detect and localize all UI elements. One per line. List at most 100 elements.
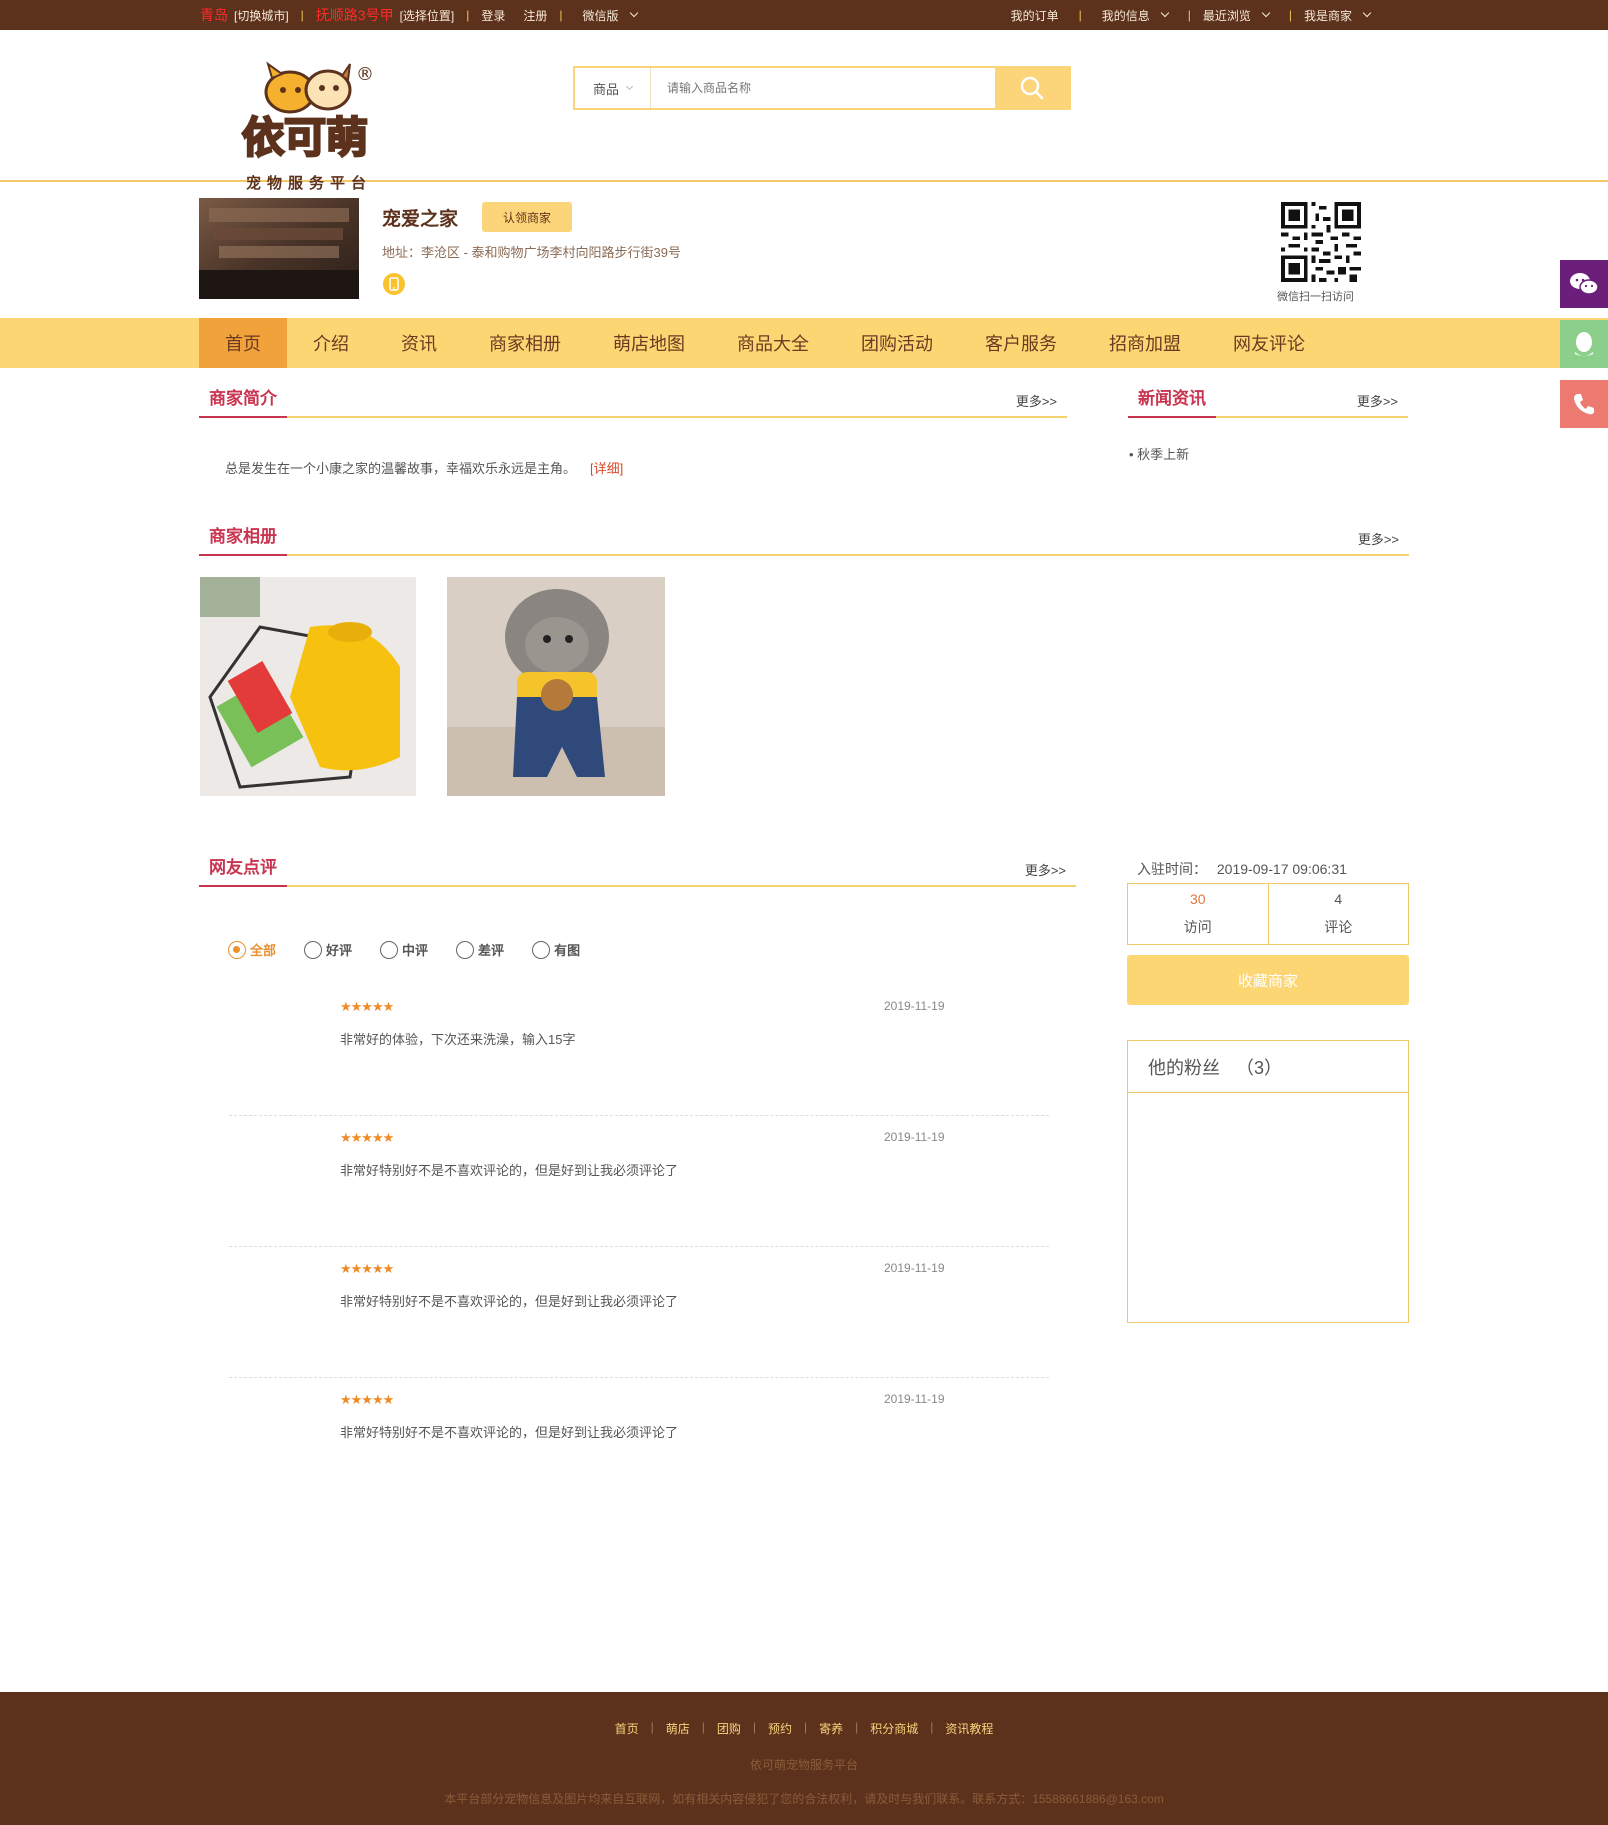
qq-icon	[1575, 332, 1593, 356]
nav-item-service[interactable]: 客户服务	[959, 318, 1083, 368]
footer-disclaimer: 本平台部分宠物信息及图片均来自互联网，如有相关内容侵犯了您的合法权利，请及时与我…	[444, 1792, 1164, 1806]
rating-stars: ★★★★★	[340, 1130, 394, 1145]
radio-icon	[456, 940, 475, 959]
nav-item-album[interactable]: 商家相册	[463, 318, 587, 368]
switch-city-link[interactable]: [切换城市]	[234, 7, 289, 24]
footer-links: 首页 | 萌店 | 团购 | 预约 | 寄养 | 积分商城 | 资讯教程	[0, 1720, 1608, 1737]
divider: |	[701, 1720, 705, 1734]
filter-with-image[interactable]: 有图	[532, 940, 580, 959]
more-link[interactable]: 更多>>	[1025, 860, 1066, 879]
album-photo[interactable]	[200, 577, 416, 796]
rating-stars: ★★★★★	[340, 1261, 394, 1276]
nav-item-group-buy[interactable]: 团购活动	[835, 318, 959, 368]
section-title: 网友点评	[199, 845, 287, 887]
rating-stars: ★★★★★	[340, 1392, 394, 1407]
fans-panel: 他的粉丝 （3）	[1127, 1040, 1409, 1323]
shop-address: 地址：李沧区 - 泰和购物广场李村向阳路步行街39号	[382, 245, 682, 260]
current-city[interactable]: 青岛	[200, 5, 228, 25]
comments-stat: 4 评论	[1267, 884, 1409, 944]
footer-link-group-buy[interactable]: 团购	[717, 1720, 741, 1737]
choose-location-link[interactable]: [选择位置]	[400, 7, 455, 24]
section-title: 商家相册	[199, 514, 287, 556]
chevron-down-icon	[1362, 8, 1372, 18]
section-title: 商家简介	[199, 376, 287, 418]
recent-menu[interactable]: 最近浏览	[1203, 7, 1251, 24]
qq-float-button[interactable]	[1560, 320, 1608, 368]
top-bar-right: 我的订单 | 我的信息 | 最近浏览 | 我是商家	[1011, 0, 1378, 30]
search-category-select[interactable]: 商品	[575, 68, 651, 108]
phone-float-button[interactable]	[1560, 380, 1608, 428]
nav-item-home[interactable]: 首页	[199, 318, 287, 368]
logo-subtitle: 宠物服务平台	[246, 174, 372, 192]
top-bar: 青岛 [切换城市] | 抚顺路3号甲 [选择位置] | 登录 注册 | 微信版 …	[0, 0, 1608, 30]
search-bar: 商品	[573, 66, 1071, 110]
footer-link-booking[interactable]: 预约	[768, 1720, 792, 1737]
reviews-section-header: 网友点评 更多>>	[199, 845, 1076, 887]
claim-merchant-button[interactable]: 认领商家	[482, 202, 572, 232]
join-time-label: 入驻时间：	[1137, 861, 1207, 877]
fans-count: （3）	[1236, 1057, 1283, 1078]
album-photo[interactable]	[447, 577, 665, 796]
top-bar-left: 青岛 [切换城市] | 抚顺路3号甲 [选择位置] | 登录 注册 | 微信版	[200, 0, 645, 30]
wechat-float-button[interactable]	[1560, 260, 1608, 308]
filter-neutral[interactable]: 中评	[380, 940, 428, 959]
filter-positive[interactable]: 好评	[304, 940, 352, 959]
nav-item-franchise[interactable]: 招商加盟	[1083, 318, 1207, 368]
site-footer: 首页 | 萌店 | 团购 | 预约 | 寄养 | 积分商城 | 资讯教程 依可萌宠物服务平台…	[0, 1692, 1608, 1825]
divider: |	[1288, 8, 1292, 22]
current-location[interactable]: 抚顺路3号甲	[316, 5, 394, 25]
fans-header: 他的粉丝 （3）	[1128, 1041, 1408, 1093]
more-link[interactable]: 更多>>	[1357, 391, 1398, 410]
footer-link-boarding[interactable]: 寄养	[819, 1720, 843, 1737]
footer-link-home[interactable]: 首页	[615, 1720, 639, 1737]
favorite-merchant-button[interactable]: 收藏商家	[1127, 955, 1409, 1005]
more-link[interactable]: 更多>>	[1358, 529, 1399, 548]
review-item: ★★★★★ 2019-11-19 非常好特别好不是不喜欢评论的，但是好到让我必须…	[229, 1378, 1049, 1509]
nav-item-products[interactable]: 商品大全	[711, 318, 835, 368]
join-time: 入驻时间： 2019-09-17 09:06:31	[1137, 859, 1347, 879]
divider: |	[752, 1720, 756, 1734]
more-link[interactable]: 更多>>	[1016, 391, 1057, 410]
radio-icon	[304, 940, 323, 959]
detail-link[interactable]: [详细]	[590, 461, 623, 476]
wechat-icon	[1570, 273, 1599, 295]
search-icon	[1020, 76, 1044, 100]
intro-text: 总是发生在一个小康之家的温馨故事，幸福欢乐永远是主角。 [详细]	[225, 458, 623, 477]
logo-title: 依可萌	[242, 113, 368, 162]
footer-platform-name: 依可萌宠物服务平台	[749, 1758, 858, 1772]
footer-link-tutorials[interactable]: 资讯教程	[945, 1720, 993, 1737]
search-button[interactable]	[995, 68, 1069, 108]
section-title: 新闻资讯	[1128, 376, 1216, 418]
radio-icon	[532, 940, 551, 959]
divider: |	[804, 1720, 808, 1734]
radio-icon	[380, 940, 399, 959]
footer-link-points-mall[interactable]: 积分商城	[870, 1720, 918, 1737]
chevron-down-icon	[1261, 8, 1271, 18]
merchant-menu[interactable]: 我是商家	[1304, 7, 1352, 24]
my-orders-link[interactable]: 我的订单	[1011, 7, 1059, 24]
wechat-version-link[interactable]: 微信版	[583, 7, 619, 24]
intro-section-header: 商家简介 更多>>	[199, 376, 1067, 418]
mobile-icon[interactable]	[383, 273, 405, 295]
intro-body: 总是发生在一个小康之家的温馨故事，幸福欢乐永远是主角。	[225, 461, 577, 476]
site-header: ® 依可萌 宠物服务平台 商品	[0, 30, 1608, 192]
visits-label: 访问	[1183, 919, 1212, 935]
search-input[interactable]	[651, 68, 995, 108]
nav-item-intro[interactable]: 介绍	[287, 318, 375, 368]
search-category-label: 商品	[592, 81, 619, 97]
register-link[interactable]: 注册	[523, 7, 547, 24]
review-item: ★★★★★ 2019-11-19 非常好特别好不是不喜欢评论的，但是好到让我必须…	[229, 1247, 1049, 1378]
my-info-menu[interactable]: 我的信息	[1102, 7, 1150, 24]
divider: |	[1187, 8, 1191, 22]
divider: |	[650, 1720, 654, 1734]
footer-link-shops[interactable]: 萌店	[666, 1720, 690, 1737]
nav-item-map[interactable]: 萌店地图	[587, 318, 711, 368]
site-logo[interactable]: ® 依可萌 宠物服务平台	[238, 60, 388, 200]
filter-negative[interactable]: 差评	[456, 940, 504, 959]
filter-all[interactable]: 全部	[228, 940, 276, 959]
nav-item-news[interactable]: 资讯	[375, 318, 463, 368]
shop-thumbnail[interactable]	[199, 198, 359, 299]
login-link[interactable]: 登录	[481, 7, 505, 24]
nav-item-reviews[interactable]: 网友评论	[1207, 318, 1331, 368]
news-item[interactable]: • 秋季上新	[1129, 444, 1189, 463]
